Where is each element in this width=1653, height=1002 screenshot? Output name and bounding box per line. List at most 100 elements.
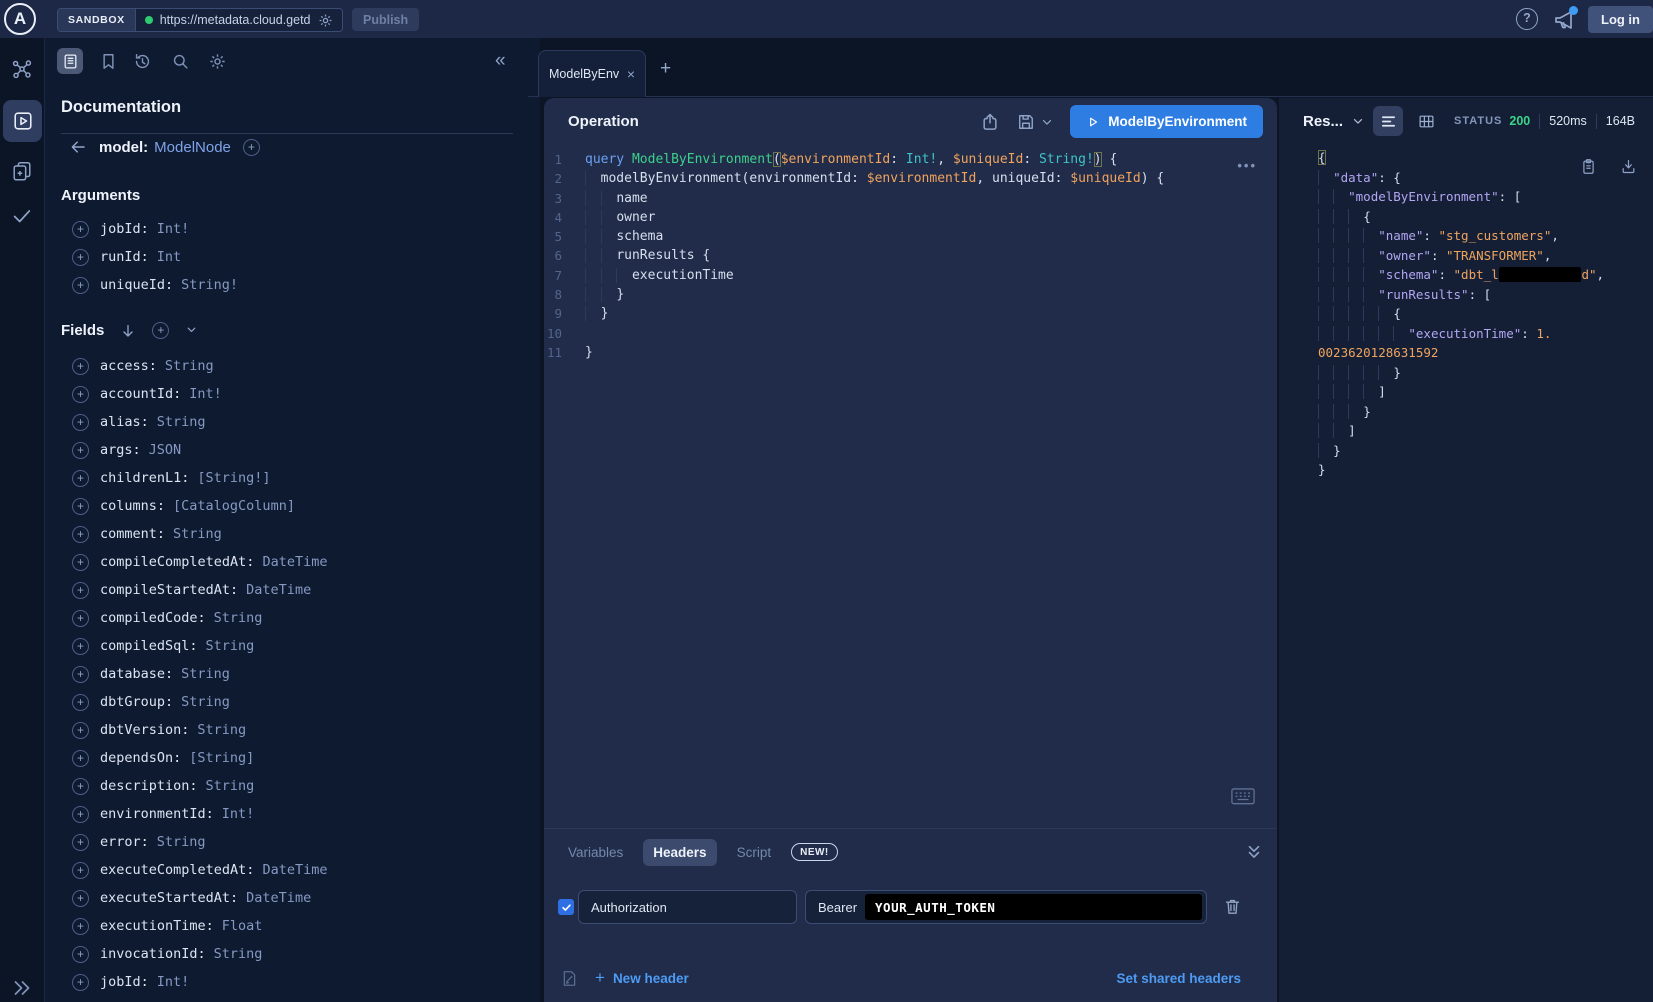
field-type[interactable]: String bbox=[173, 526, 222, 542]
add-field-icon[interactable]: + bbox=[72, 442, 89, 459]
response-chevron-icon[interactable] bbox=[1351, 114, 1365, 128]
add-field-icon[interactable]: + bbox=[72, 834, 89, 851]
keyboard-shortcuts-icon[interactable] bbox=[1231, 788, 1255, 805]
add-field-icon[interactable]: + bbox=[72, 778, 89, 795]
settings-gear-icon[interactable] bbox=[208, 52, 227, 71]
table-view-toggle-icon[interactable] bbox=[1411, 106, 1441, 136]
run-operation-button[interactable]: ModelByEnvironment bbox=[1070, 105, 1263, 138]
field-type[interactable]: JSON bbox=[149, 442, 182, 458]
tab-script[interactable]: Script bbox=[727, 839, 782, 866]
bookmarks-icon[interactable] bbox=[99, 52, 118, 71]
field-type[interactable]: String! bbox=[181, 277, 238, 293]
field-type[interactable]: [CatalogColumn] bbox=[173, 498, 295, 514]
field-type[interactable]: DateTime bbox=[246, 582, 311, 598]
delete-header-icon[interactable] bbox=[1223, 897, 1242, 917]
operation-tab[interactable]: ModelByEnvi... × bbox=[538, 50, 646, 97]
schema-graph-icon[interactable] bbox=[11, 58, 33, 80]
field-type[interactable]: Int! bbox=[189, 386, 222, 402]
share-operation-icon[interactable] bbox=[980, 112, 1000, 132]
add-field-icon[interactable]: + bbox=[72, 918, 89, 935]
add-field-icon[interactable]: + bbox=[72, 221, 89, 238]
add-field-icon[interactable]: + bbox=[72, 806, 89, 823]
add-field-icon[interactable]: + bbox=[72, 722, 89, 739]
new-header-button[interactable]: + New header bbox=[595, 968, 689, 988]
add-all-fields-icon[interactable]: + bbox=[152, 322, 169, 339]
announcements-megaphone-icon[interactable] bbox=[1552, 8, 1576, 32]
field-type[interactable]: [String!] bbox=[197, 470, 270, 486]
add-field-icon[interactable]: + bbox=[72, 386, 89, 403]
save-operation-icon[interactable] bbox=[1016, 112, 1036, 132]
field-type[interactable]: String bbox=[157, 834, 206, 850]
login-button[interactable]: Log in bbox=[1588, 6, 1653, 33]
header-value-input[interactable]: Bearer YOUR_AUTH_TOKEN bbox=[805, 890, 1207, 924]
apollo-logo[interactable]: A bbox=[4, 3, 36, 35]
operation-collections-icon[interactable] bbox=[11, 160, 33, 182]
add-field-icon[interactable]: + bbox=[72, 638, 89, 655]
add-field-icon[interactable]: + bbox=[72, 498, 89, 515]
field-type[interactable]: DateTime bbox=[246, 890, 311, 906]
field-type[interactable]: String bbox=[206, 778, 255, 794]
field-type[interactable]: String bbox=[157, 414, 206, 430]
field-type[interactable]: Int bbox=[157, 249, 181, 265]
field-type[interactable]: DateTime bbox=[262, 554, 327, 570]
history-icon[interactable] bbox=[133, 52, 152, 71]
back-arrow-icon[interactable] bbox=[69, 138, 87, 156]
field-type[interactable]: String bbox=[214, 610, 263, 626]
field-type[interactable]: Float bbox=[222, 918, 263, 934]
add-field-icon[interactable]: + bbox=[72, 750, 89, 767]
add-field-icon[interactable]: + bbox=[72, 946, 89, 963]
field-type[interactable]: String bbox=[181, 666, 230, 682]
help-icon[interactable]: ? bbox=[1516, 8, 1538, 30]
graphql-code-editor[interactable]: 1query ModelByEnvironment($environmentId… bbox=[544, 145, 1277, 364]
add-field-icon[interactable]: + bbox=[72, 890, 89, 907]
header-enabled-checkbox[interactable] bbox=[558, 899, 574, 915]
add-field-icon[interactable]: + bbox=[72, 526, 89, 543]
endpoint-input[interactable]: https://metadata.cloud.getd bbox=[136, 9, 342, 31]
field-type[interactable]: DateTime bbox=[262, 862, 327, 878]
response-json-viewer[interactable]: { "data": { "modelByEnvironment": [ { "n… bbox=[1318, 150, 1647, 482]
field-type[interactable]: Int! bbox=[222, 806, 255, 822]
header-key-input[interactable]: Authorization bbox=[578, 890, 797, 924]
endpoint-url[interactable]: https://metadata.cloud.getd bbox=[160, 13, 311, 27]
raw-view-toggle-icon[interactable] bbox=[1373, 106, 1403, 136]
tab-headers[interactable]: Headers bbox=[643, 839, 716, 866]
field-type[interactable]: String bbox=[214, 946, 263, 962]
add-to-query-icon[interactable]: + bbox=[243, 139, 260, 156]
type-link[interactable]: ModelNode bbox=[154, 139, 231, 156]
endpoint-settings-gear-icon[interactable] bbox=[318, 13, 333, 28]
search-icon[interactable] bbox=[171, 52, 190, 71]
documentation-tab-icon[interactable] bbox=[57, 48, 83, 74]
set-shared-headers-link[interactable]: Set shared headers bbox=[1116, 971, 1241, 986]
add-field-icon[interactable]: + bbox=[72, 358, 89, 375]
add-field-icon[interactable]: + bbox=[72, 249, 89, 266]
save-options-chevron-icon[interactable] bbox=[1040, 115, 1054, 129]
add-field-icon[interactable]: + bbox=[72, 554, 89, 571]
field-type[interactable]: String bbox=[197, 722, 246, 738]
collapse-footer-icon[interactable] bbox=[1245, 844, 1263, 860]
field-type[interactable]: Int! bbox=[157, 974, 190, 990]
add-field-icon[interactable]: + bbox=[72, 470, 89, 487]
response-title[interactable]: Res... bbox=[1303, 113, 1343, 130]
add-field-icon[interactable]: + bbox=[72, 862, 89, 879]
sort-arrow-icon[interactable] bbox=[120, 323, 136, 339]
edit-as-text-icon[interactable] bbox=[560, 969, 579, 988]
add-field-icon[interactable]: + bbox=[72, 414, 89, 431]
tab-variables[interactable]: Variables bbox=[558, 839, 633, 866]
explorer-nav-item[interactable] bbox=[3, 100, 42, 142]
sandbox-badge[interactable]: SANDBOX bbox=[58, 9, 136, 31]
checks-icon[interactable] bbox=[11, 205, 33, 227]
chevron-down-icon[interactable] bbox=[185, 323, 198, 339]
new-tab-icon[interactable]: + bbox=[660, 58, 671, 80]
field-type[interactable]: [String] bbox=[189, 750, 254, 766]
add-field-icon[interactable]: + bbox=[72, 277, 89, 294]
close-tab-icon[interactable]: × bbox=[627, 66, 635, 82]
field-type[interactable]: Int! bbox=[157, 221, 190, 237]
add-field-icon[interactable]: + bbox=[72, 694, 89, 711]
collapse-panel-icon[interactable]: « bbox=[495, 50, 506, 72]
editor-options-icon[interactable]: ••• bbox=[1237, 158, 1257, 173]
auth-token-value[interactable]: YOUR_AUTH_TOKEN bbox=[865, 894, 1202, 920]
add-field-icon[interactable]: + bbox=[72, 974, 89, 991]
add-field-icon[interactable]: + bbox=[72, 610, 89, 627]
expand-rail-icon[interactable] bbox=[10, 976, 34, 1000]
add-field-icon[interactable]: + bbox=[72, 582, 89, 599]
